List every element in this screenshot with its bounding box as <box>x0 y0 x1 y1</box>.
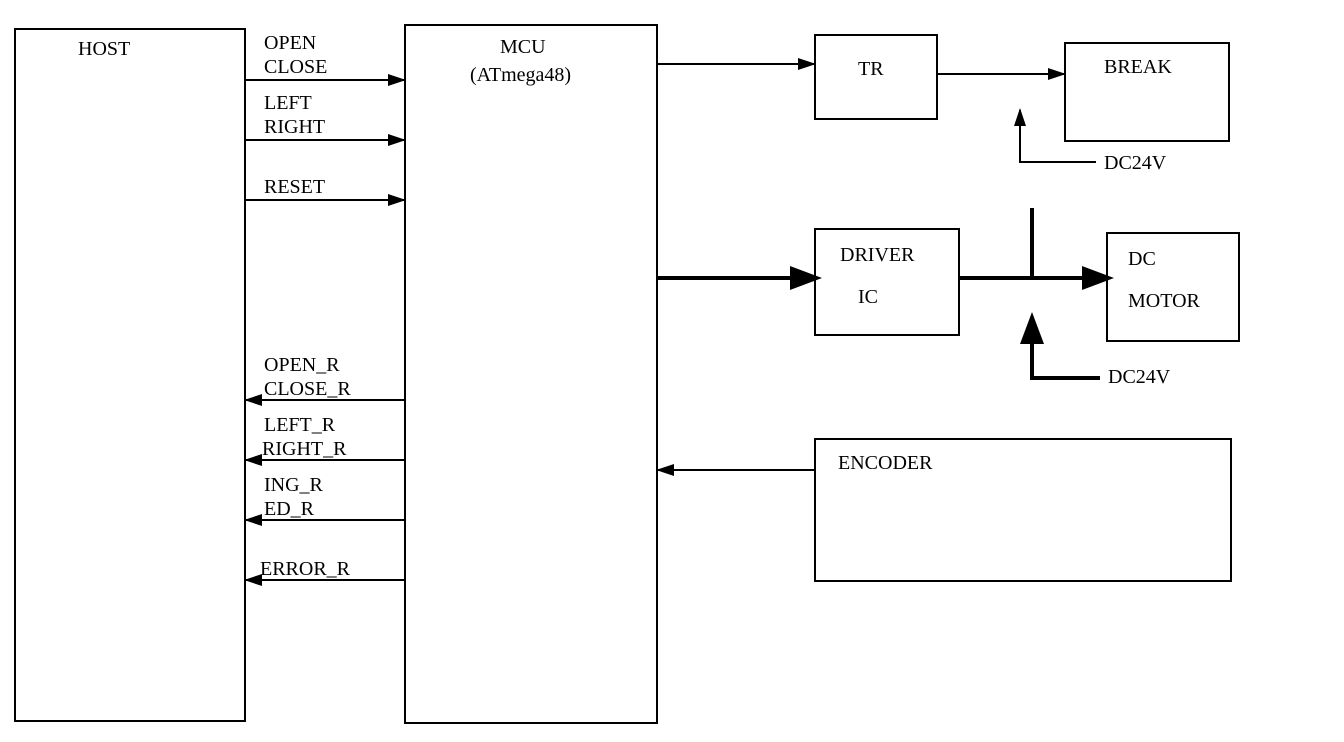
sig-close-r: CLOSE_R <box>264 378 351 401</box>
host-label: HOST <box>78 38 130 61</box>
mcu-label-2: (ATmega48) <box>470 64 571 87</box>
block-diagram: HOST MCU (ATmega48) TR BREAK DC24V DRIVE… <box>0 0 1344 742</box>
dc-motor-label-1: DC <box>1128 248 1156 271</box>
dc24v-b-label: DC24V <box>1108 366 1170 389</box>
sig-ed-r: ED_R <box>264 498 314 521</box>
tr-label: TR <box>858 58 884 81</box>
sig-left-r: LEFT_R <box>264 414 335 437</box>
dc-motor-box <box>1106 232 1240 342</box>
dc24v-a-label: DC24V <box>1104 152 1166 175</box>
break-label: BREAK <box>1104 56 1172 79</box>
encoder-label: ENCODER <box>838 452 932 475</box>
sig-error-r: ERROR_R <box>260 558 350 581</box>
host-box <box>14 28 246 722</box>
sig-right-r: RIGHT_R <box>262 438 346 461</box>
driver-ic-label-2: IC <box>858 286 878 309</box>
sig-close: CLOSE <box>264 56 327 79</box>
sig-reset: RESET <box>264 176 325 199</box>
driver-ic-label-1: DRIVER <box>840 244 914 267</box>
mcu-label-1: MCU <box>500 36 546 59</box>
mcu-box <box>404 24 658 724</box>
dc-motor-label-2: MOTOR <box>1128 290 1200 313</box>
sig-left: LEFT <box>264 92 312 115</box>
sig-open: OPEN <box>264 32 316 55</box>
sig-ing-r: ING_R <box>264 474 323 497</box>
sig-right: RIGHT <box>264 116 325 139</box>
sig-open-r: OPEN_R <box>264 354 340 377</box>
